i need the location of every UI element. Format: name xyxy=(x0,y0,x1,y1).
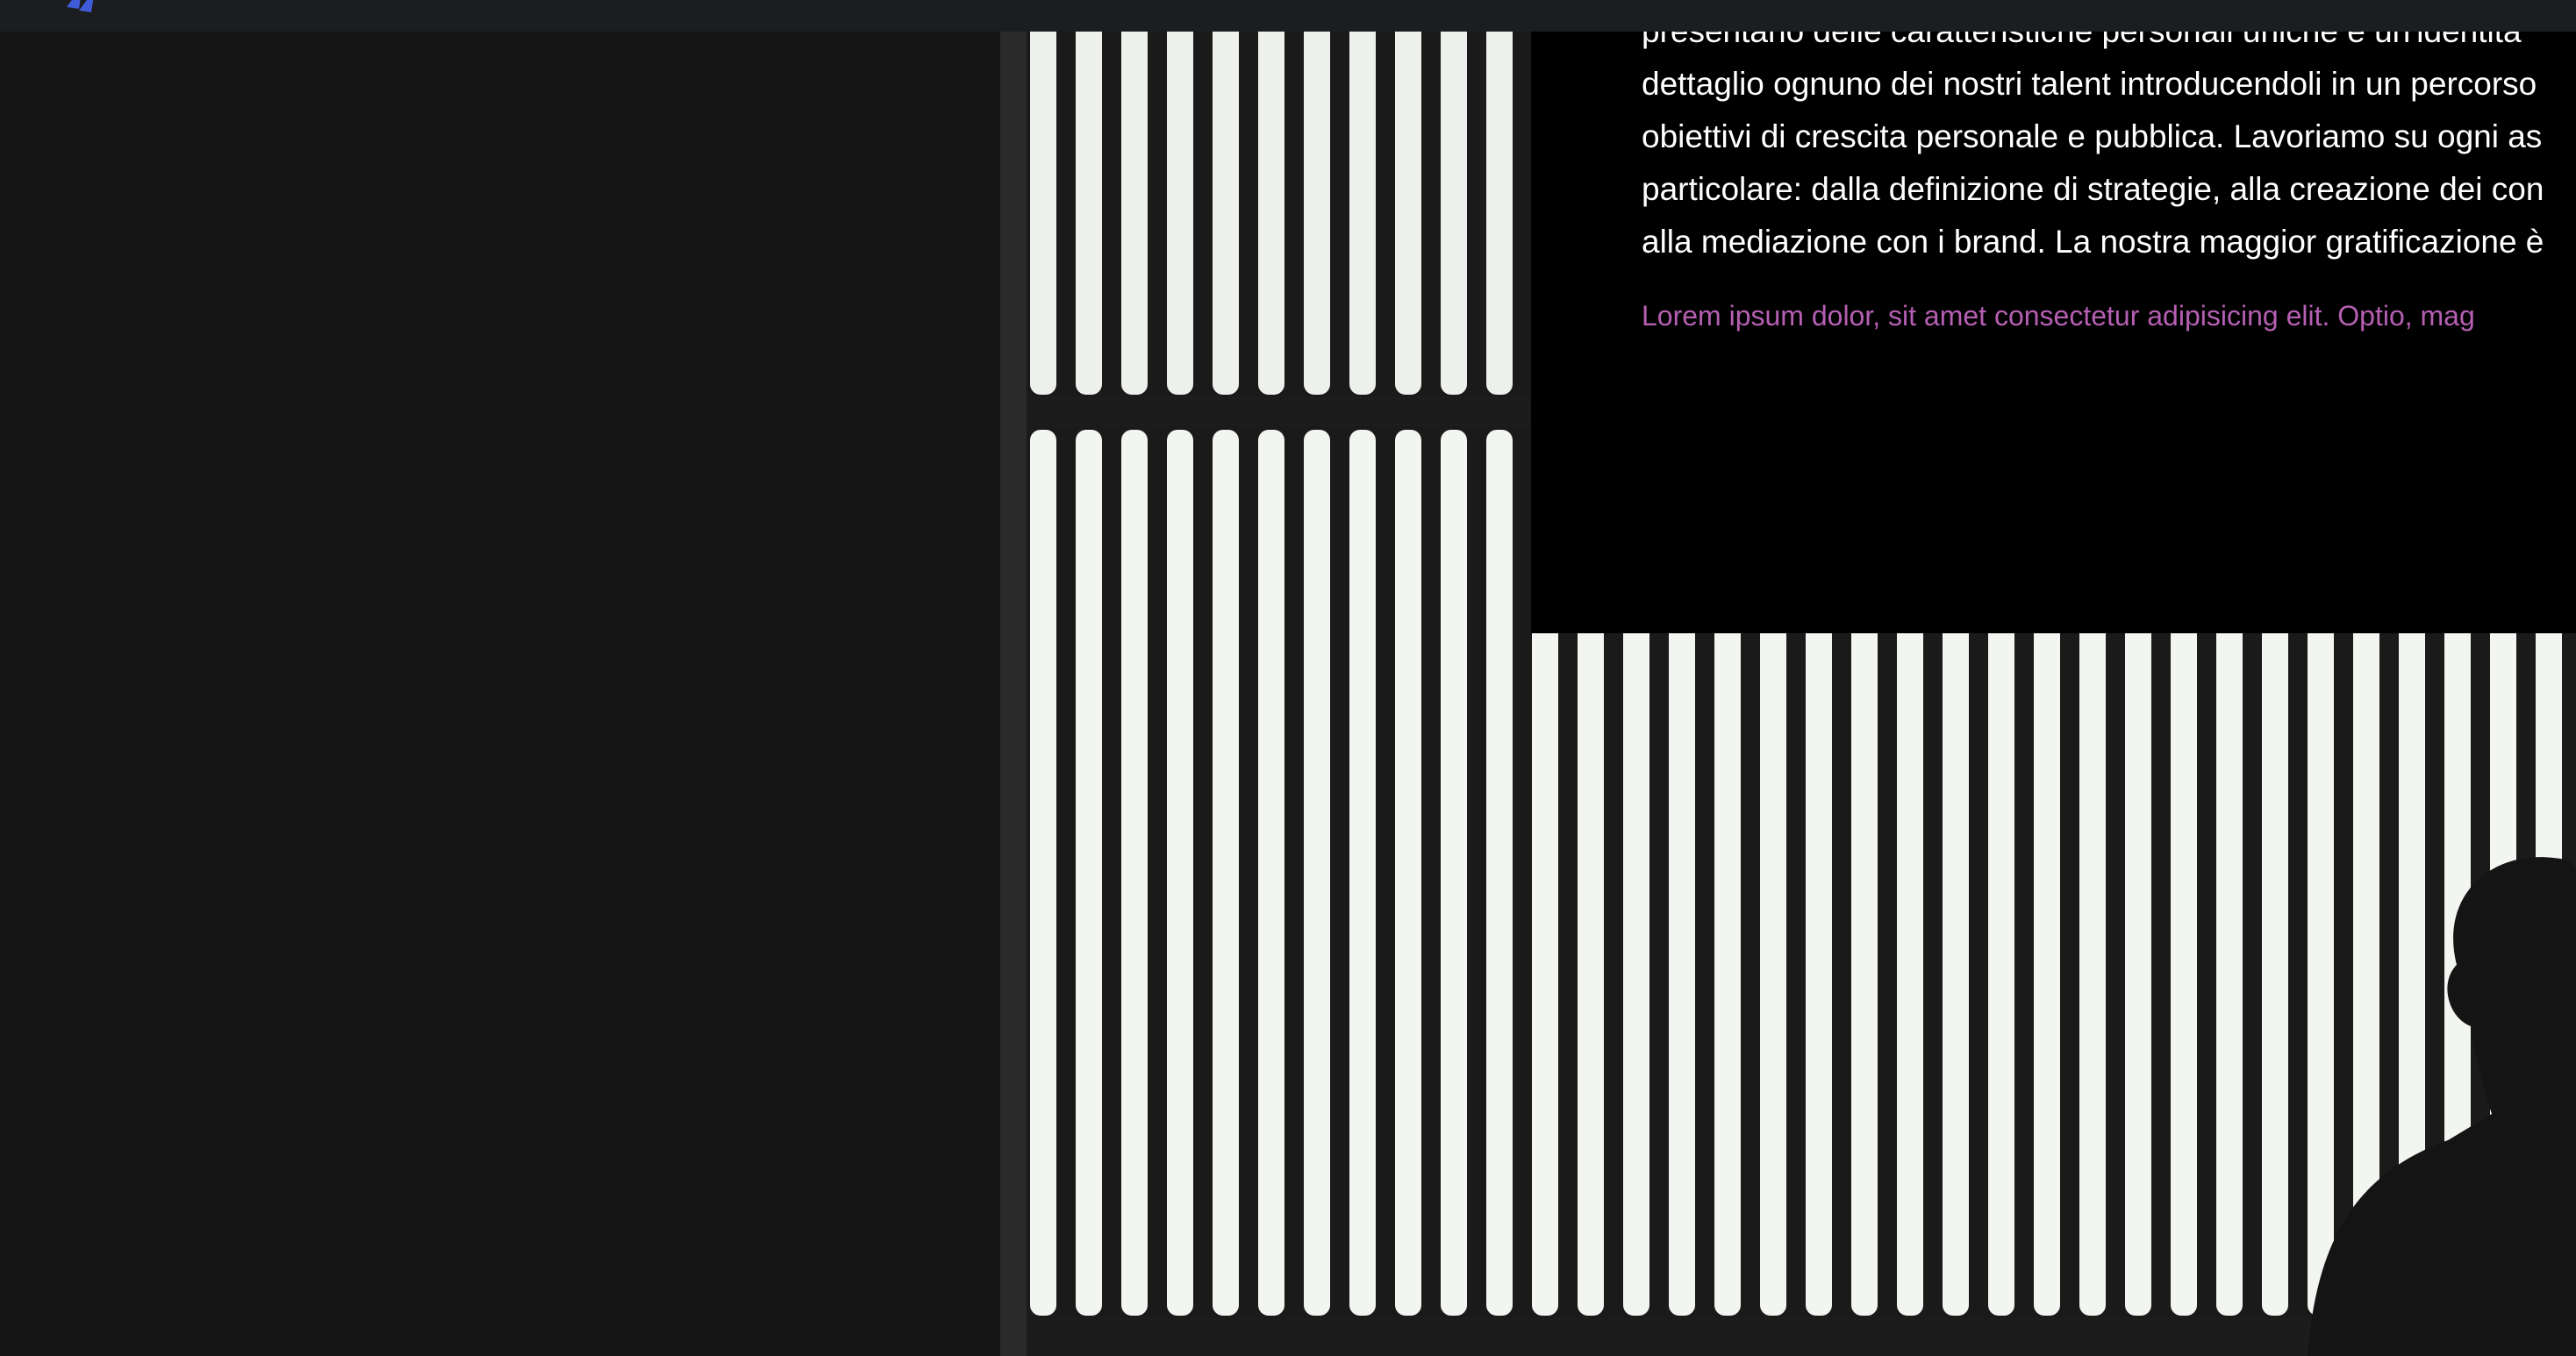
light-stripe xyxy=(1167,0,1193,395)
left-dark-panel xyxy=(0,32,1018,1356)
light-stripe xyxy=(1258,0,1284,395)
chevron-logo-icon[interactable] xyxy=(56,0,109,18)
about-paragraph: presentano delle caratteristiche persona… xyxy=(1642,5,2576,268)
light-stripe xyxy=(1121,0,1148,395)
light-stripe xyxy=(1076,0,1102,395)
light-stripe xyxy=(1304,430,1330,1316)
light-stripe xyxy=(1167,430,1193,1316)
light-stripe xyxy=(1441,430,1467,1316)
light-stripe xyxy=(1076,430,1102,1316)
paragraph-line: dettaglio ognuno dei nostri talent intro… xyxy=(1642,66,2537,102)
light-stripe xyxy=(1441,0,1467,395)
about-text-card: presentano delle caratteristiche persona… xyxy=(1531,0,2576,633)
light-stripe xyxy=(1395,430,1421,1316)
light-stripe xyxy=(1395,0,1421,395)
light-stripe xyxy=(1213,430,1239,1316)
lorem-text: Lorem ipsum dolor, sit amet consectetur … xyxy=(1642,300,2475,332)
light-stripe xyxy=(1349,430,1376,1316)
paragraph-line: obiettivi di crescita personale e pubbli… xyxy=(1642,118,2543,154)
light-stripe xyxy=(1486,0,1513,395)
light-stripe xyxy=(1349,0,1376,395)
light-stripe xyxy=(1213,0,1239,395)
light-stripe xyxy=(1121,430,1148,1316)
light-stripe xyxy=(1030,0,1056,395)
light-stripe xyxy=(1030,430,1056,1316)
light-stripe xyxy=(1486,430,1513,1316)
light-stripe xyxy=(1258,430,1284,1316)
light-stripe xyxy=(1304,0,1330,395)
paragraph-line: alla mediazione con i brand. La nostra m… xyxy=(1642,224,2544,260)
paragraph-line: particolare: dalla definizione di strate… xyxy=(1642,171,2544,207)
top-navbar xyxy=(0,0,2576,32)
